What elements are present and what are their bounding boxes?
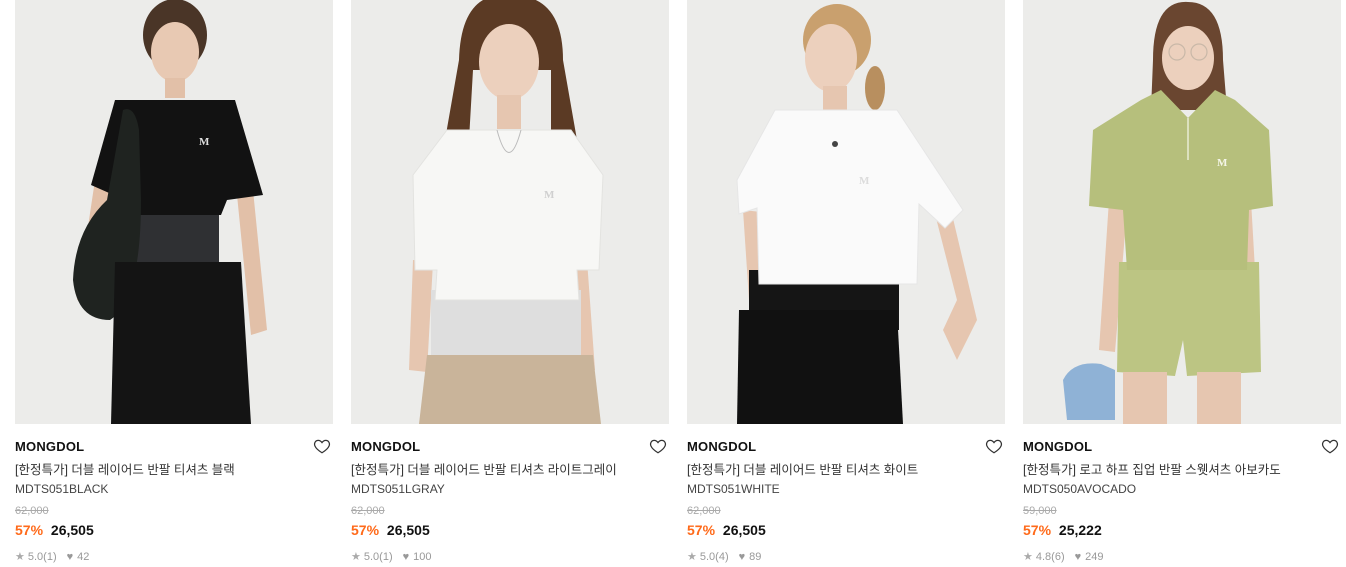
price-row: 57% 26,505 (15, 521, 333, 539)
product-meta: ★ 5.0 (1) ♥ 100 (351, 550, 669, 564)
brand-name[interactable]: MONGDOL (687, 439, 1005, 455)
original-price: 62,000 (15, 505, 49, 517)
rating-value: 5.0 (27, 551, 44, 563)
sale-price: 26,505 (50, 522, 94, 538)
review-count: (1) (43, 551, 57, 563)
star-icon: ★ (687, 551, 697, 563)
heart-filled-icon: ♥ (66, 551, 74, 563)
sale-price: 26,505 (722, 522, 766, 538)
rating-value: 5.0 (699, 551, 716, 563)
review-count: (4) (715, 551, 729, 563)
heart-outline-icon[interactable] (313, 437, 331, 455)
product-name[interactable]: [한정특가] 더블 레이어드 반팔 티셔츠 화이트 (687, 462, 1005, 478)
discount-rate: 57% (687, 522, 716, 538)
product-image[interactable]: M (687, 0, 1005, 424)
product-image[interactable]: M (1023, 0, 1341, 424)
svg-text:M: M (859, 175, 870, 187)
product-image[interactable]: M (351, 0, 669, 424)
heart-outline-icon[interactable] (649, 437, 667, 455)
brand-name[interactable]: MONGDOL (1023, 439, 1341, 455)
product-meta: ★ 5.0 (1) ♥ 42 (15, 550, 333, 564)
rating-value: 5.0 (363, 551, 380, 563)
product-grid: M MONGDOL [한정특가] 더블 레이어드 반팔 티셔츠 블랙 MDTS0… (0, 0, 1346, 567)
like-count: 89 (749, 551, 762, 563)
product-card[interactable]: M MONGDOL [한정특가] 더블 레이어드 반팔 티셔츠 블랙 MDTS0… (15, 0, 333, 564)
discount-rate: 57% (15, 522, 44, 538)
svg-text:M: M (544, 189, 555, 201)
price-row: 57% 26,505 (351, 521, 669, 539)
brand-name[interactable]: MONGDOL (15, 439, 333, 455)
product-meta: ★ 4.8 (6) ♥ 249 (1023, 550, 1341, 564)
review-count: (6) (1051, 551, 1065, 563)
model-photo: M (1023, 0, 1341, 424)
like-count: 249 (1085, 551, 1104, 563)
heart-filled-icon: ♥ (738, 551, 746, 563)
discount-rate: 57% (351, 522, 380, 538)
product-meta: ★ 5.0 (4) ♥ 89 (687, 550, 1005, 564)
like-count: 42 (77, 551, 90, 563)
review-count: (1) (379, 551, 393, 563)
product-info: MONGDOL [한정특가] 로고 하프 집업 반팔 스웻셔츠 아보카도 MDT… (1023, 424, 1341, 564)
product-info: MONGDOL [한정특가] 더블 레이어드 반팔 티셔츠 화이트 MDTS05… (687, 424, 1005, 564)
price-row: 57% 25,222 (1023, 521, 1341, 539)
like-count: 100 (413, 551, 432, 563)
original-price: 59,000 (1023, 505, 1057, 517)
star-icon: ★ (1023, 551, 1033, 563)
product-code: MDTS050AVOCADO (1023, 482, 1137, 496)
heart-outline-icon[interactable] (1321, 437, 1339, 455)
product-card[interactable]: M MONGDOL [한정특가] 더블 레이어드 반팔 티셔츠 화이트 MDTS… (687, 0, 1005, 564)
star-icon: ★ (351, 551, 361, 563)
svg-text:M: M (199, 136, 210, 148)
original-price: 62,000 (687, 505, 721, 517)
product-code: MDTS051BLACK (15, 482, 109, 496)
product-name[interactable]: [한정특가] 로고 하프 집업 반팔 스웻셔츠 아보카도 (1023, 462, 1341, 478)
heart-outline-icon[interactable] (985, 437, 1003, 455)
product-card[interactable]: M MONGDOL [한정특가] 더블 레이어드 반팔 티셔츠 라이트그레이 M… (351, 0, 669, 564)
sale-price: 25,222 (1058, 522, 1102, 538)
rating-value: 4.8 (1035, 551, 1052, 563)
heart-filled-icon: ♥ (402, 551, 410, 563)
original-price: 62,000 (351, 505, 385, 517)
price-row: 57% 26,505 (687, 521, 1005, 539)
product-code: MDTS051LGRAY (351, 482, 445, 496)
sale-price: 26,505 (386, 522, 430, 538)
brand-name[interactable]: MONGDOL (351, 439, 669, 455)
svg-text:M: M (1217, 157, 1228, 169)
star-icon: ★ (15, 551, 25, 563)
product-image[interactable]: M (15, 0, 333, 424)
product-card[interactable]: M MONGDOL [한정특가] 로고 하프 집업 반팔 스웻셔츠 아보카도 M… (1023, 0, 1341, 564)
product-code: MDTS051WHITE (687, 482, 780, 496)
product-name[interactable]: [한정특가] 더블 레이어드 반팔 티셔츠 블랙 (15, 462, 333, 478)
product-name[interactable]: [한정특가] 더블 레이어드 반팔 티셔츠 라이트그레이 (351, 462, 669, 478)
heart-filled-icon: ♥ (1074, 551, 1082, 563)
product-info: MONGDOL [한정특가] 더블 레이어드 반팔 티셔츠 블랙 MDTS051… (15, 424, 333, 564)
model-photo: M (351, 0, 669, 424)
discount-rate: 57% (1023, 522, 1052, 538)
product-info: MONGDOL [한정특가] 더블 레이어드 반팔 티셔츠 라이트그레이 MDT… (351, 424, 669, 564)
model-photo: M (15, 0, 333, 424)
model-photo: M (687, 0, 1005, 424)
